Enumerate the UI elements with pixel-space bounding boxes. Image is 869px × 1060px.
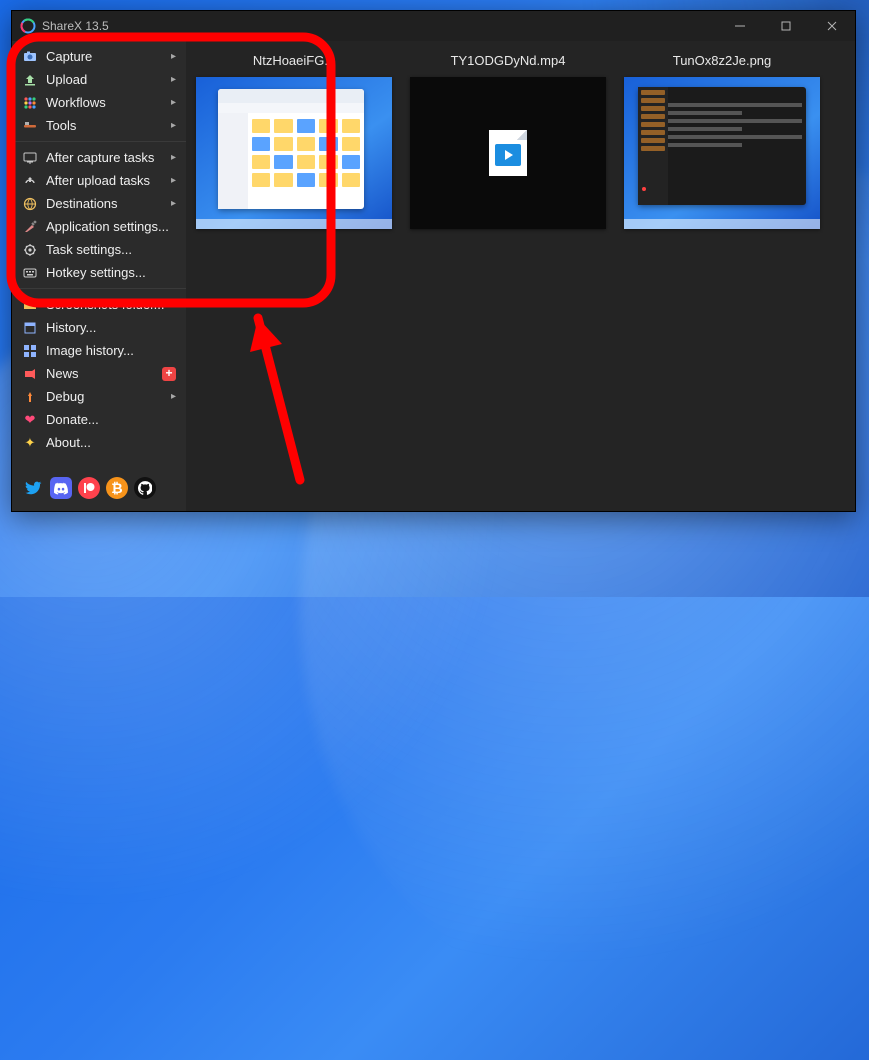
sidebar-item-image-history[interactable]: Image history...	[12, 339, 186, 362]
sidebar-item-label: Debug	[46, 389, 171, 404]
github-icon[interactable]	[134, 477, 156, 499]
chevron-right-icon: ▸	[171, 97, 176, 108]
thumbnail-title: TY1ODGDyNd.mp4	[410, 53, 606, 71]
social-row: ₿	[12, 469, 186, 507]
sidebar-item-label: Application settings...	[46, 219, 176, 234]
sidebar-item-label: Donate...	[46, 412, 176, 427]
history-icon	[22, 320, 38, 336]
debug-icon	[22, 389, 38, 405]
sidebar-item-label: Upload	[46, 72, 171, 87]
sidebar-item-task-settings[interactable]: Task settings...	[12, 238, 186, 261]
after-upload-icon	[22, 173, 38, 189]
thumbnail-title: TunOx8z2Je.png	[624, 53, 820, 71]
folder-icon	[22, 297, 38, 313]
chevron-right-icon: ▸	[171, 152, 176, 163]
thumbnail-item[interactable]: NtzHoaeiFG.g	[196, 53, 392, 229]
discord-icon[interactable]	[50, 477, 72, 499]
sidebar-item-label: Workflows	[46, 95, 171, 110]
chevron-right-icon: ▸	[171, 391, 176, 402]
sidebar-item-app-settings[interactable]: Application settings...	[12, 215, 186, 238]
about-icon: ✦	[22, 435, 38, 451]
twitter-icon[interactable]	[22, 477, 44, 499]
chevron-right-icon: ▸	[171, 51, 176, 62]
thumbnail-item[interactable]: TunOx8z2Je.png	[624, 53, 820, 229]
app-icon	[20, 18, 36, 34]
tools-icon	[22, 118, 38, 134]
sharex-window: ShareX 13.5 Capture ▸ Upload ▸ Workflows…	[11, 10, 856, 512]
sidebar-item-label: News	[46, 366, 158, 381]
close-button[interactable]	[809, 11, 855, 41]
upload-icon	[22, 72, 38, 88]
sidebar-item-label: History...	[46, 320, 176, 335]
sidebar-item-after-capture[interactable]: After capture tasks ▸	[12, 146, 186, 169]
sidebar-item-hotkey-settings[interactable]: Hotkey settings...	[12, 261, 186, 284]
sidebar-item-about[interactable]: ✦ About...	[12, 431, 186, 454]
workflows-icon	[22, 95, 38, 111]
thumbnail-title: NtzHoaeiFG.g	[196, 53, 392, 71]
chevron-right-icon: ▸	[171, 74, 176, 85]
sidebar-item-workflows[interactable]: Workflows ▸	[12, 91, 186, 114]
sidebar: Capture ▸ Upload ▸ Workflows ▸ Tools ▸	[12, 41, 186, 511]
sidebar-item-screenshots-folder[interactable]: Screenshots folder...	[12, 293, 186, 316]
chevron-right-icon: ▸	[171, 198, 176, 209]
thumbnail-image[interactable]	[410, 77, 606, 229]
sidebar-item-upload[interactable]: Upload ▸	[12, 68, 186, 91]
titlebar[interactable]: ShareX 13.5	[12, 11, 855, 41]
news-icon	[22, 366, 38, 382]
separator	[12, 288, 186, 289]
task-settings-icon	[22, 242, 38, 258]
thumbnail-image[interactable]	[624, 77, 820, 229]
sidebar-item-debug[interactable]: Debug ▸	[12, 385, 186, 408]
sidebar-item-after-upload[interactable]: After upload tasks ▸	[12, 169, 186, 192]
sidebar-item-label: Destinations	[46, 196, 171, 211]
sidebar-item-capture[interactable]: Capture ▸	[12, 45, 186, 68]
sidebar-item-tools[interactable]: Tools ▸	[12, 114, 186, 137]
patreon-icon[interactable]	[78, 477, 100, 499]
destinations-icon	[22, 196, 38, 212]
video-file-icon	[489, 130, 527, 176]
sidebar-item-label: Hotkey settings...	[46, 265, 176, 280]
sidebar-item-label: Task settings...	[46, 242, 176, 257]
sidebar-item-label: After capture tasks	[46, 150, 171, 165]
bitcoin-icon[interactable]: ₿	[106, 477, 128, 499]
sidebar-item-label: Capture	[46, 49, 171, 64]
sidebar-item-label: About...	[46, 435, 176, 450]
thumbnail-item[interactable]: TY1ODGDyNd.mp4	[410, 53, 606, 229]
image-history-icon	[22, 343, 38, 359]
sidebar-item-destinations[interactable]: Destinations ▸	[12, 192, 186, 215]
donate-icon: ❤	[22, 412, 38, 428]
news-badge: +	[162, 367, 176, 381]
sidebar-item-history[interactable]: History...	[12, 316, 186, 339]
chevron-right-icon: ▸	[171, 120, 176, 131]
minimize-button[interactable]	[717, 11, 763, 41]
separator	[12, 141, 186, 142]
sidebar-item-label: Image history...	[46, 343, 176, 358]
camera-icon	[22, 49, 38, 65]
sidebar-item-label: Tools	[46, 118, 171, 133]
sidebar-item-donate[interactable]: ❤ Donate...	[12, 408, 186, 431]
chevron-right-icon: ▸	[171, 175, 176, 186]
thumbnail-image[interactable]	[196, 77, 392, 229]
hotkey-icon	[22, 265, 38, 281]
settings-icon	[22, 219, 38, 235]
sidebar-item-news[interactable]: News +	[12, 362, 186, 385]
after-capture-icon	[22, 150, 38, 166]
sidebar-item-label: After upload tasks	[46, 173, 171, 188]
window-title: ShareX 13.5	[42, 19, 109, 33]
sidebar-item-label: Screenshots folder...	[46, 297, 176, 312]
maximize-button[interactable]	[763, 11, 809, 41]
thumbnail-area: NtzHoaeiFG.g TY1ODGDyNd.mp4 TunOx8z2Je.p…	[186, 41, 855, 511]
